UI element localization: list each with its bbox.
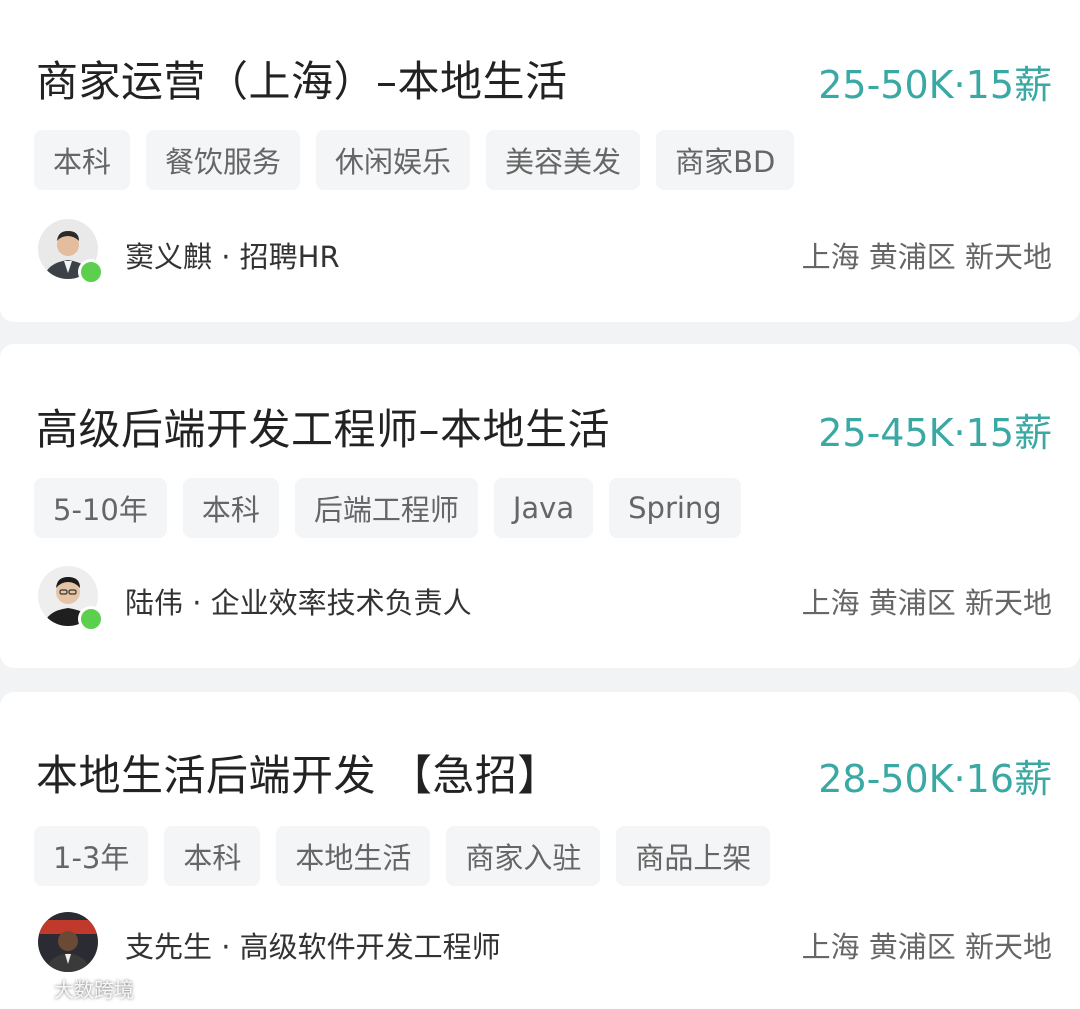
avatar-image — [38, 912, 98, 972]
job-tag: 休闲娱乐 — [316, 130, 471, 190]
job-tag: 本科 — [182, 478, 279, 538]
job-tags: 5-10年 本科 后端工程师 Java Spring — [34, 478, 741, 538]
job-tag: 餐饮服务 — [146, 130, 301, 190]
job-title: 高级后端开发工程师–本地生活 — [36, 405, 611, 454]
job-location: 上海 黄浦区 新天地 — [801, 586, 1052, 620]
job-tag: 美容美发 — [486, 130, 641, 190]
job-tag: 商家入驻 — [446, 826, 601, 886]
job-salary: 28-50K·16薪 — [818, 757, 1052, 801]
job-tags: 本科 餐饮服务 休闲娱乐 美容美发 商家BD — [34, 130, 795, 190]
job-tags: 1-3年 本科 本地生活 商家入驻 商品上架 — [34, 826, 771, 886]
job-card[interactable]: 本地生活后端开发 【急招】 28-50K·16薪 1-3年 本科 本地生活 商家… — [0, 692, 1080, 1009]
job-tag: 1-3年 — [34, 826, 149, 886]
job-tag: 商品上架 — [616, 826, 771, 886]
recruiter-avatar[interactable] — [38, 219, 104, 285]
job-card[interactable]: 商家运营（上海）–本地生活 25-50K·15薪 本科 餐饮服务 休闲娱乐 美容… — [0, 0, 1080, 322]
recruiter-info: 窦义麒 · 招聘HR — [125, 240, 340, 274]
job-card[interactable]: 高级后端开发工程师–本地生活 25-45K·15薪 5-10年 本科 后端工程师… — [0, 344, 1080, 668]
job-tag: Java — [493, 478, 594, 538]
online-status-dot — [78, 606, 104, 632]
job-list: 商家运营（上海）–本地生活 25-50K·15薪 本科 餐饮服务 休闲娱乐 美容… — [0, 0, 1080, 1009]
job-tag: 5-10年 — [34, 478, 167, 538]
job-location: 上海 黄浦区 新天地 — [801, 240, 1052, 274]
job-tag: 商家BD — [656, 130, 795, 190]
job-title: 本地生活后端开发 【急招】 — [36, 751, 560, 800]
watermark-logo-icon — [8, 979, 48, 998]
job-tag: 后端工程师 — [294, 478, 478, 538]
recruiter-avatar[interactable] — [38, 566, 104, 632]
job-tag: 本科 — [34, 130, 131, 190]
job-title: 商家运营（上海）–本地生活 — [36, 57, 568, 106]
job-location: 上海 黄浦区 新天地 — [801, 930, 1052, 964]
job-tag: 本科 — [164, 826, 261, 886]
recruiter-info: 支先生 · 高级软件开发工程师 — [125, 930, 501, 964]
recruiter-avatar[interactable] — [38, 912, 98, 972]
job-salary: 25-45K·15薪 — [818, 411, 1052, 455]
job-tag: 本地生活 — [276, 826, 431, 886]
online-status-dot — [78, 259, 104, 285]
recruiter-info: 陆伟 · 企业效率技术负责人 — [125, 586, 472, 620]
job-salary: 25-50K·15薪 — [818, 63, 1052, 107]
watermark: 大数跨境 — [8, 974, 134, 1003]
job-tag: Spring — [609, 478, 741, 538]
watermark-text: 大数跨境 — [54, 978, 134, 1002]
